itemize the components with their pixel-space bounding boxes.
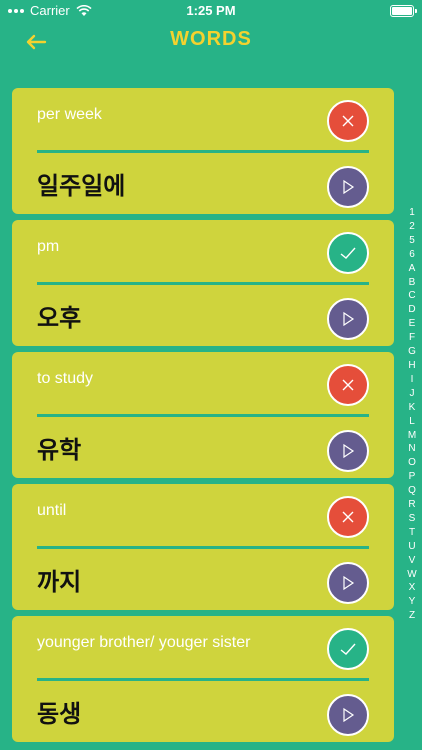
index-item[interactable]: W: [406, 568, 418, 582]
index-item[interactable]: Y: [406, 595, 418, 609]
korean-word: 유학: [37, 437, 82, 464]
play-audio-button[interactable]: [327, 430, 369, 472]
index-item[interactable]: A: [406, 262, 418, 276]
word-card: per week 일주일에: [12, 88, 394, 214]
index-item[interactable]: N: [406, 442, 418, 456]
card-divider: [37, 678, 369, 681]
play-audio-button[interactable]: [327, 562, 369, 604]
play-icon: [343, 443, 355, 459]
index-item[interactable]: O: [406, 456, 418, 470]
word-card: until 까지: [12, 484, 394, 610]
index-item[interactable]: G: [406, 345, 418, 359]
korean-word: 오후: [37, 305, 82, 332]
check-icon: [340, 247, 356, 259]
index-item[interactable]: M: [406, 429, 418, 443]
word-card: younger brother/ youger sister 동생: [12, 616, 394, 742]
word-list: per week 일주일에 pm 오후 to study 유학 until 까지…: [12, 88, 394, 748]
english-word: to study: [37, 370, 94, 387]
battery-icon: [390, 5, 417, 17]
index-item[interactable]: B: [406, 276, 418, 290]
index-item[interactable]: I: [406, 373, 418, 387]
index-item[interactable]: 2: [406, 220, 418, 234]
close-icon: [342, 115, 354, 127]
section-index[interactable]: 1 2 5 6 A B C D E F G H I J K L M N O P …: [406, 206, 418, 623]
index-item[interactable]: D: [406, 303, 418, 317]
korean-word: 일주일에: [37, 173, 126, 200]
play-icon: [343, 311, 355, 327]
index-item[interactable]: T: [406, 526, 418, 540]
english-word: until: [37, 502, 67, 519]
status-time: 1:25 PM: [186, 3, 236, 18]
play-audio-button[interactable]: [327, 694, 369, 736]
index-item[interactable]: E: [406, 317, 418, 331]
play-audio-button[interactable]: [327, 298, 369, 340]
play-icon: [343, 179, 355, 195]
index-item[interactable]: P: [406, 470, 418, 484]
english-word: younger brother/ youger sister: [37, 634, 251, 651]
index-item[interactable]: X: [406, 581, 418, 595]
index-item[interactable]: V: [406, 554, 418, 568]
index-item[interactable]: U: [406, 540, 418, 554]
index-item[interactable]: 5: [406, 234, 418, 248]
play-icon: [343, 575, 355, 591]
card-divider: [37, 414, 369, 417]
wrong-status-button[interactable]: [327, 364, 369, 406]
index-item[interactable]: K: [406, 401, 418, 415]
page-title: WORDS: [170, 28, 252, 50]
korean-word: 까지: [37, 569, 82, 596]
card-divider: [37, 546, 369, 549]
index-item[interactable]: Z: [406, 609, 418, 623]
english-word: per week: [37, 106, 102, 123]
card-divider: [37, 282, 369, 285]
word-card: to study 유학: [12, 352, 394, 478]
header: WORDS: [0, 22, 422, 62]
index-item[interactable]: F: [406, 331, 418, 345]
index-item[interactable]: J: [406, 387, 418, 401]
card-divider: [37, 150, 369, 153]
play-audio-button[interactable]: [327, 166, 369, 208]
index-item[interactable]: H: [406, 359, 418, 373]
index-item[interactable]: 6: [406, 248, 418, 262]
close-icon: [342, 511, 354, 523]
right-status-button[interactable]: [327, 628, 369, 670]
index-item[interactable]: Q: [406, 484, 418, 498]
status-bar: Carrier 1:25 PM: [0, 0, 422, 22]
korean-word: 동생: [37, 701, 82, 728]
index-item[interactable]: R: [406, 498, 418, 512]
wrong-status-button[interactable]: [327, 100, 369, 142]
right-status-button[interactable]: [327, 232, 369, 274]
play-icon: [343, 707, 355, 723]
index-item[interactable]: L: [406, 415, 418, 429]
index-item[interactable]: S: [406, 512, 418, 526]
wrong-status-button[interactable]: [327, 496, 369, 538]
close-icon: [342, 379, 354, 391]
check-icon: [340, 643, 356, 655]
word-card: pm 오후: [12, 220, 394, 346]
index-item[interactable]: C: [406, 289, 418, 303]
index-item[interactable]: 1: [406, 206, 418, 220]
english-word: pm: [37, 238, 60, 255]
